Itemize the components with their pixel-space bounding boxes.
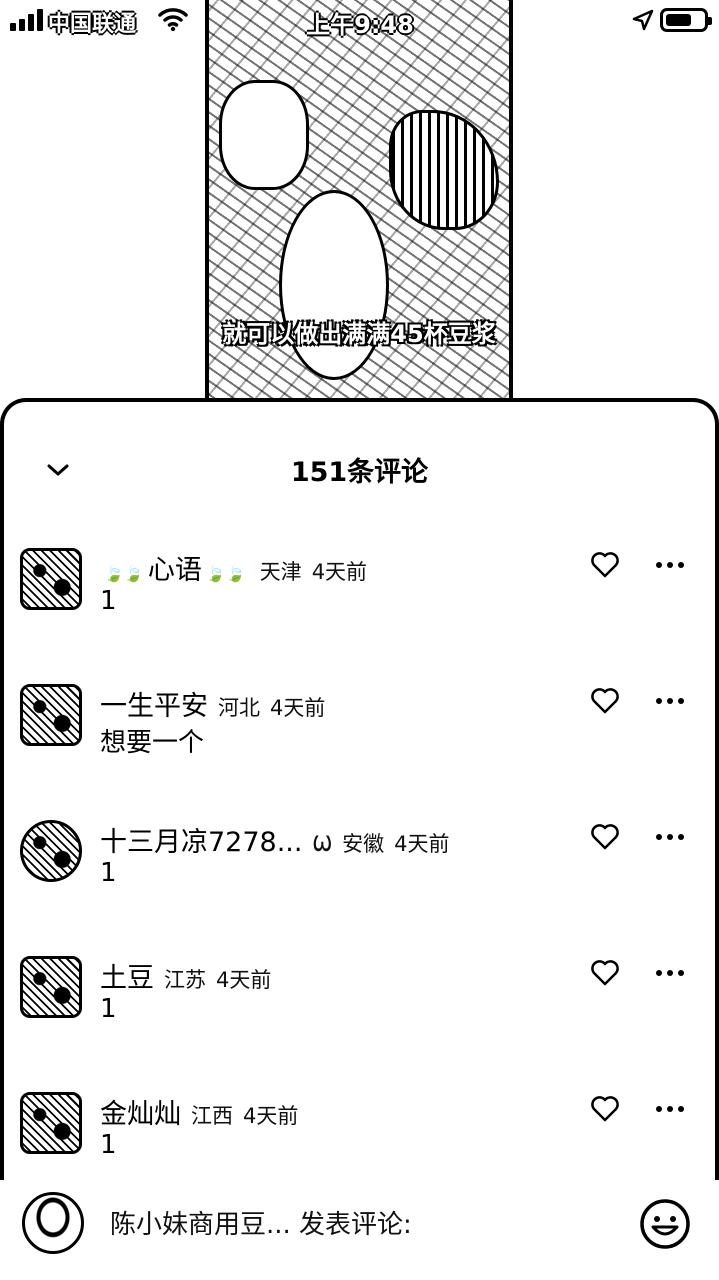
status-bar: 中国联通 上午9:48 [0, 0, 719, 40]
heart-icon[interactable] [590, 1094, 620, 1124]
comment-location: 天津 [259, 560, 302, 584]
more-options-button[interactable] [650, 550, 690, 580]
comment-time: 4天前 [270, 696, 326, 720]
comment-author[interactable]: 土豆 [100, 956, 154, 995]
user-badge-icon: Ѡ [312, 832, 333, 856]
avatar[interactable] [20, 956, 82, 1018]
battery-icon [660, 8, 712, 32]
comment-location: 河北 [218, 696, 260, 720]
comment-author[interactable]: 一生平安 [100, 684, 208, 723]
comments-count-title: 151条评论 [290, 457, 429, 488]
comment-location: 江西 [191, 1104, 233, 1128]
leaf-emoji-icon: 🍃🍃 [205, 564, 246, 583]
heart-icon[interactable] [590, 822, 620, 852]
comment-time: 4天前 [311, 560, 368, 584]
comment-time: 4天前 [216, 968, 272, 992]
heart-icon[interactable] [590, 550, 620, 580]
carrier-name: 中国联通 [48, 12, 137, 37]
location-arrow-icon [632, 9, 654, 31]
comment-author[interactable]: 十三月凉7278... [100, 820, 302, 859]
heart-icon[interactable] [590, 686, 620, 716]
comment-text: 1 [100, 586, 117, 616]
comment-item: 🍃🍃 心语 🍃🍃 天津 4天前 1 [20, 548, 710, 668]
current-user-avatar [22, 1192, 84, 1254]
video-player[interactable]: 就可以做出满满45杯豆浆 [205, 0, 513, 420]
comment-time: 4天前 [394, 832, 450, 856]
leaf-emoji-icon: 🍃🍃 [104, 564, 144, 583]
comment-location: 安徽 [342, 832, 385, 856]
clock: 上午9:48 [306, 11, 414, 39]
comments-header: 151条评论 [4, 402, 715, 532]
cellular-signal-icon [10, 9, 43, 31]
comment-input-bar: 陈小妹商用豆... 发表评论: [0, 1180, 719, 1280]
comment-text: 想要一个 [100, 728, 205, 758]
avatar[interactable] [20, 1092, 82, 1154]
wifi-icon [158, 8, 188, 32]
comment-header: 十三月凉7278... Ѡ 安徽 4天前 [100, 820, 449, 859]
emoji-icon[interactable] [638, 1197, 692, 1251]
video-subtitle: 就可以做出满满45杯豆浆 [222, 319, 497, 349]
more-options-button[interactable] [650, 1094, 690, 1124]
comment-text: 1 [100, 1130, 117, 1160]
comment-author[interactable]: 心语 [148, 548, 202, 587]
heart-icon[interactable] [590, 958, 620, 988]
comment-text: 1 [100, 994, 117, 1024]
avatar[interactable] [20, 820, 82, 882]
avatar[interactable] [20, 548, 82, 610]
comment-header: 🍃🍃 心语 🍃🍃 天津 4天前 [100, 548, 367, 587]
comment-input[interactable]: 陈小妹商用豆... 发表评论: [110, 1200, 620, 1250]
comment-header: 金灿灿 江西 4天前 [100, 1092, 298, 1131]
comment-time: 4天前 [243, 1104, 299, 1128]
avatar[interactable] [20, 684, 82, 746]
comment-header: 土豆 江苏 4天前 [100, 956, 271, 995]
more-options-button[interactable] [650, 686, 690, 716]
more-options-button[interactable] [650, 822, 690, 852]
comment-item: 土豆 江苏 4天前 1 [20, 956, 710, 1076]
video-content-shape [219, 80, 309, 190]
video-content-shape [279, 190, 389, 380]
comment-location: 江苏 [164, 968, 206, 992]
comment-author[interactable]: 金灿灿 [100, 1092, 181, 1131]
comment-item: 十三月凉7278... Ѡ 安徽 4天前 1 [20, 820, 710, 940]
comment-item: 一生平安 河北 4天前 想要一个 [20, 684, 710, 804]
comment-text: 1 [100, 858, 117, 888]
more-options-button[interactable] [650, 958, 690, 988]
video-background: 就可以做出满满45杯豆浆 [0, 0, 719, 420]
comment-header: 一生平安 河北 4天前 [100, 684, 325, 723]
video-content-shape [389, 110, 499, 230]
